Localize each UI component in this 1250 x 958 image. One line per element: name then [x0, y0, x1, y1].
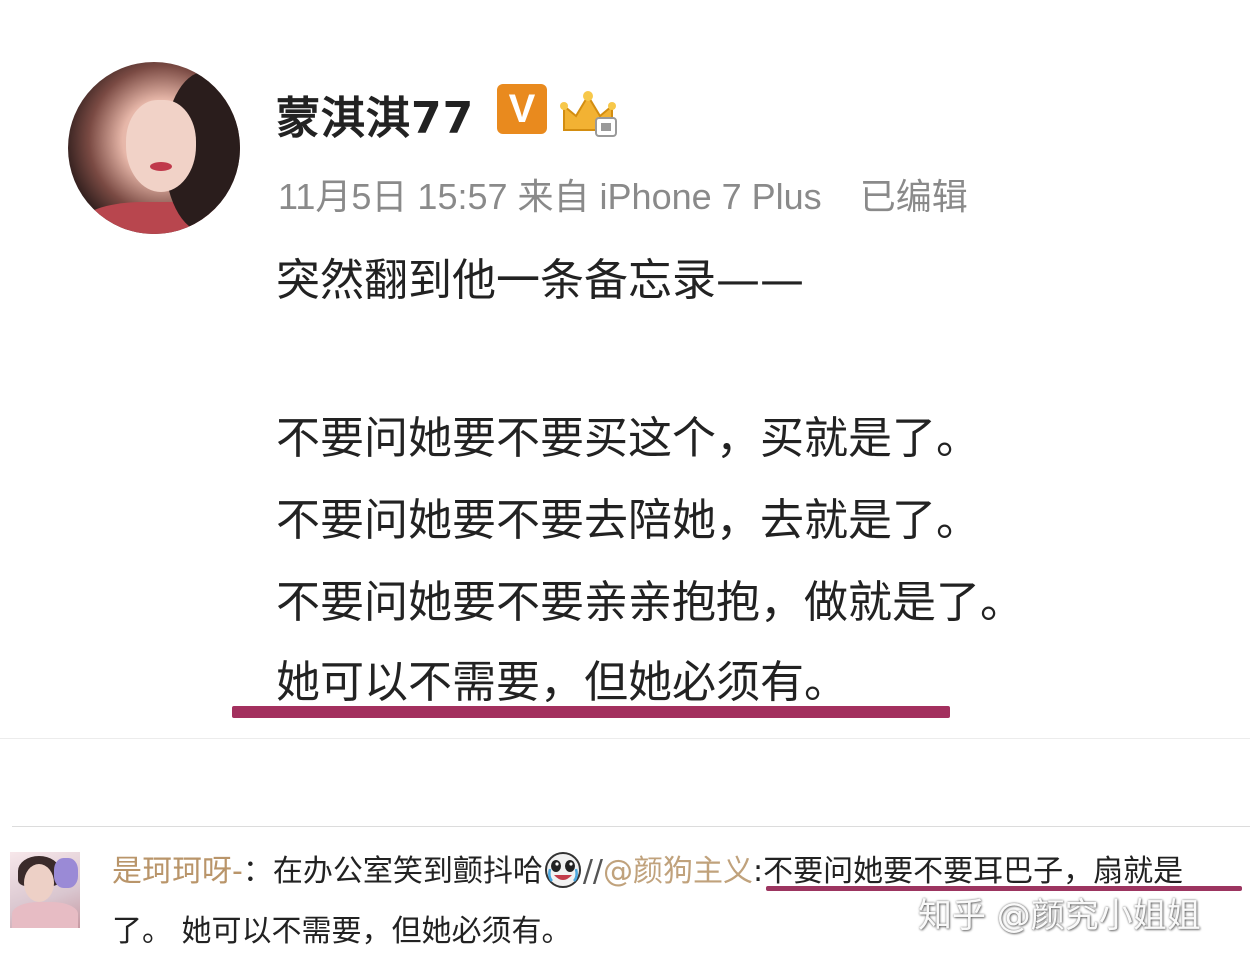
- author-avatar[interactable]: [68, 62, 240, 234]
- mention-link[interactable]: @颜狗主义: [603, 854, 753, 889]
- divider: [12, 826, 1250, 827]
- quote-colon: :: [753, 854, 764, 889]
- post-text-line-highlighted: 她可以不需要，但她必须有。: [276, 657, 848, 708]
- laughing-crying-emoji-icon: [544, 852, 581, 888]
- divider: [0, 738, 1250, 739]
- post-text-line: 突然翻到他一条备忘录——: [276, 255, 804, 306]
- comment-text: 在办公室笑到颤抖哈: [272, 854, 543, 889]
- post-source[interactable]: 来自 iPhone 7 Plus: [518, 176, 822, 217]
- verified-badge-icon: V: [497, 84, 547, 134]
- watermark: 知乎 @颜究小姐姐: [918, 896, 1201, 936]
- comment-line: 是珂珂呀-：在办公室笑到颤抖哈 //@颜狗主义:不要问她要不要耳巴子，扇就是: [112, 846, 1183, 890]
- highlight-underline: [232, 706, 950, 718]
- post-edited-label[interactable]: 已编辑: [860, 176, 968, 217]
- comment-colon: ：: [242, 854, 273, 889]
- screenshot: 蒙淇淇77 V 11月5日 15:57 来自 iPhone 7 Plus 已编辑…: [0, 0, 1250, 958]
- author-name[interactable]: 蒙淇淇77: [276, 82, 474, 146]
- commenter-avatar[interactable]: [10, 852, 80, 928]
- crown-icon: [560, 91, 617, 137]
- commenter-name[interactable]: 是珂珂呀-: [112, 854, 243, 889]
- repost-separator: //: [582, 854, 604, 889]
- post-time: 15:57: [417, 176, 508, 217]
- post-text-line: 不要问她要不要买这个，买就是了。: [276, 413, 980, 464]
- post-date: 11月5日: [278, 176, 408, 217]
- post-meta: 11月5日 15:57 来自 iPhone 7 Plus 已编辑: [278, 168, 968, 220]
- quoted-text: 不要问她要不要耳巴子，扇就是: [763, 854, 1184, 889]
- post-text-line: 不要问她要不要亲亲抱抱，做就是了。: [276, 577, 1024, 628]
- post-text-line: 不要问她要不要去陪她，去就是了。: [276, 495, 980, 546]
- comment-line-2: 了。 她可以不需要，但她必须有。: [112, 914, 572, 949]
